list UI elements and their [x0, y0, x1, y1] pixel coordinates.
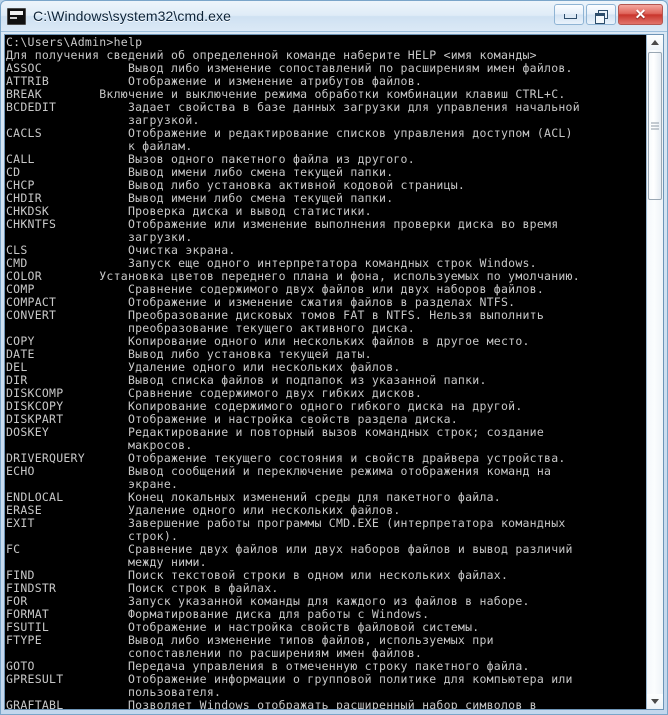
close-icon: ✕ [634, 6, 647, 22]
restore-icon-front [595, 13, 605, 24]
scrollbar-grip-icon [651, 122, 659, 130]
window-title: C:\Windows\system32\cmd.exe [33, 8, 231, 24]
title-bar[interactable]: C:\Windows\system32\cmd.exe ✕ [1, 1, 667, 32]
scroll-up-arrow[interactable] [647, 35, 663, 50]
minimize-icon [564, 14, 577, 19]
console-line: GRAFTABL Позволяет Windows отображать ра… [6, 698, 537, 710]
minimize-button[interactable] [554, 4, 584, 25]
console-text: C:\Users\Admin>help Для получения сведени… [6, 36, 646, 710]
scrollbar-thumb[interactable] [648, 52, 662, 200]
close-button[interactable]: ✕ [618, 4, 663, 25]
window-controls: ✕ [554, 4, 663, 25]
scrollbar-track[interactable] [647, 50, 663, 694]
vertical-scrollbar[interactable] [646, 35, 663, 709]
scroll-down-arrow[interactable] [647, 694, 663, 709]
console-client-area: C:\Users\Admin>help Для получения сведени… [4, 34, 664, 710]
cmd-window: C:\Windows\system32\cmd.exe ✕ C:\Users\A… [0, 0, 668, 715]
console-output[interactable]: C:\Users\Admin>help Для получения сведени… [5, 35, 646, 709]
cmd-console-icon [7, 7, 26, 25]
restore-button[interactable] [586, 4, 616, 25]
